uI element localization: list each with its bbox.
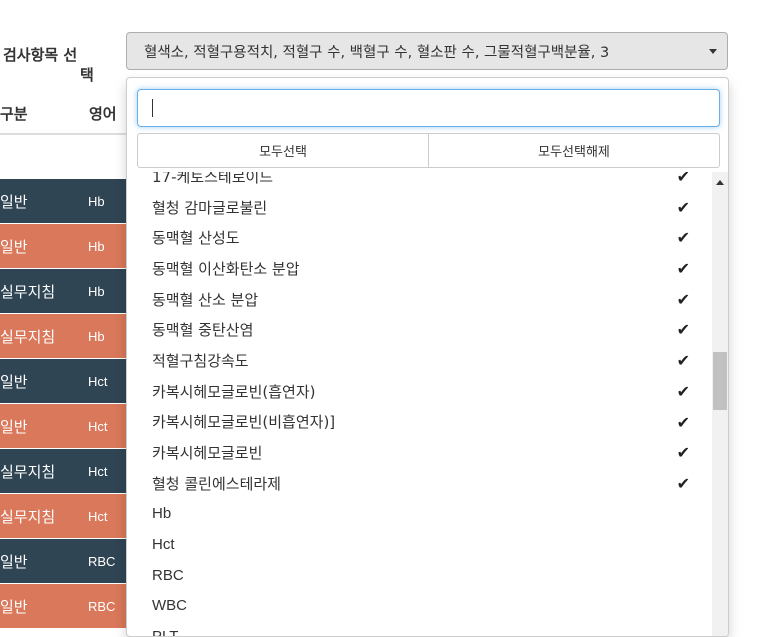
- row-english: RBC: [88, 553, 116, 569]
- row-gubun: 실무지침: [0, 507, 56, 526]
- option-label: 동맥혈 산소 분압: [152, 290, 259, 309]
- checkmark-icon: ✔: [676, 289, 690, 309]
- label-line2: 택: [80, 66, 94, 84]
- option-item[interactable]: 혈청 감마글로불린 ✔: [127, 192, 712, 223]
- row-gubun: 일반: [0, 192, 28, 211]
- checkmark-icon: ✔: [676, 320, 690, 340]
- label-line1: 검사항목 선: [3, 46, 78, 64]
- option-list: 17-케토스테로이드 ✔ 혈청 감마글로불린 ✔ 동맥혈 산성도 ✔ 동맥혈 이산화탄소 분…: [127, 172, 712, 637]
- option-label: 동맥혈 중탄산염: [152, 321, 254, 340]
- table-row: 실무지침 Hct: [0, 449, 130, 494]
- checkmark-icon: ✔: [676, 259, 690, 279]
- option-label: 혈청 감마글로불린: [152, 198, 268, 217]
- checkmark-icon: ✔: [676, 197, 690, 217]
- checkmark-icon: ✔: [676, 381, 690, 401]
- option-item[interactable]: 동맥혈 산성도 ✔: [127, 222, 712, 253]
- header-divider: [0, 133, 130, 135]
- option-label: 동맥혈 산성도: [152, 229, 240, 248]
- option-item[interactable]: Hb: [127, 499, 712, 530]
- table-row: 일반 RBC: [0, 584, 130, 629]
- row-english: Hb: [88, 238, 105, 254]
- row-english: Hb: [88, 283, 105, 299]
- table-row: 일반 Hct: [0, 359, 130, 404]
- multiselect-dropdown: 모두선택 모두선택해제 17-케토스테로이드 ✔ 혈청 감마글로불린 ✔ 동맥혈 산성도…: [126, 77, 729, 637]
- checkmark-icon: ✔: [676, 228, 690, 248]
- option-label: WBC: [152, 597, 187, 615]
- option-item[interactable]: 카복시헤모글로빈(흡연자) ✔: [127, 376, 712, 407]
- row-english: RBC: [88, 598, 116, 614]
- option-item[interactable]: 17-케토스테로이드 ✔: [127, 172, 712, 192]
- column-header-gubun: 구분: [0, 105, 28, 123]
- table-row: 일반 RBC: [0, 539, 130, 584]
- option-item[interactable]: WBC: [127, 591, 712, 622]
- row-english: Hct: [88, 508, 108, 524]
- row-english: Hct: [88, 463, 108, 479]
- scroll-up-arrow-icon[interactable]: [716, 180, 724, 185]
- option-item[interactable]: 동맥혈 이산화탄소 분압 ✔: [127, 253, 712, 284]
- row-gubun: 실무지침: [0, 462, 56, 481]
- option-item[interactable]: 적혈구침강속도 ✔: [127, 345, 712, 376]
- row-gubun: 일반: [0, 597, 28, 616]
- option-item[interactable]: 혈청 콜린에스테라제 ✔: [127, 468, 712, 499]
- deselect-all-button[interactable]: 모두선택해제: [428, 134, 719, 167]
- table-row: 실무지침 Hb: [0, 269, 130, 314]
- option-label: Hb: [152, 505, 172, 523]
- option-item[interactable]: RBC: [127, 560, 712, 591]
- table-row: 실무지침 Hct: [0, 494, 130, 539]
- table-row: 실무지침 Hb: [0, 314, 130, 359]
- option-label: Hct: [152, 536, 175, 554]
- row-english: Hb: [88, 328, 105, 344]
- table-row: 일반 Hb: [0, 224, 130, 269]
- option-label: 혈청 콜린에스테라제: [152, 474, 281, 493]
- row-gubun: 일반: [0, 417, 28, 436]
- checkmark-icon: ✔: [676, 473, 690, 493]
- row-gubun: 일반: [0, 552, 28, 571]
- option-label: 카복시헤모글로빈: [152, 444, 263, 463]
- row-english: Hb: [88, 193, 105, 209]
- test-item-multiselect[interactable]: 혈색소, 적혈구용적치, 적혈구 수, 백혈구 수, 혈소판 수, 그물적혈구백…: [126, 32, 728, 70]
- checkmark-icon: ✔: [676, 443, 690, 463]
- option-item[interactable]: 카복시헤모글로빈 ✔: [127, 437, 712, 468]
- row-gubun: 일반: [0, 372, 28, 391]
- bulk-actions: 모두선택 모두선택해제: [137, 133, 720, 168]
- row-gubun: 실무지침: [0, 282, 56, 301]
- option-label: 17-케토스테로이드: [152, 172, 274, 186]
- result-table-body: 일반 Hb 일반 Hb 실무지침 Hb 실무지침 Hb 일반 Hct 일반 Hct 실무지침 Hct 실무지…: [0, 179, 130, 629]
- option-item[interactable]: 카복시헤모글로빈(비흡연자)] ✔: [127, 407, 712, 438]
- option-item[interactable]: 동맥혈 산소 분압 ✔: [127, 284, 712, 315]
- selected-items-text: 혈색소, 적혈구용적치, 적혈구 수, 백혈구 수, 혈소판 수, 그물적혈구백…: [144, 44, 610, 61]
- column-header-english: 영어: [89, 105, 117, 123]
- option-list-scrollbar[interactable]: [712, 172, 728, 636]
- option-item[interactable]: PLT: [127, 621, 712, 637]
- option-item[interactable]: Hct: [127, 529, 712, 560]
- row-english: Hct: [88, 418, 108, 434]
- checkmark-icon: ✔: [676, 172, 690, 186]
- option-label: PLT: [152, 628, 179, 637]
- text-cursor: [152, 99, 153, 117]
- row-gubun: 실무지침: [0, 327, 56, 346]
- option-label: 동맥혈 이산화탄소 분압: [152, 259, 300, 278]
- option-label: 카복시헤모글로빈(흡연자): [152, 382, 316, 401]
- select-all-button[interactable]: 모두선택: [138, 134, 428, 167]
- scroll-thumb[interactable]: [713, 352, 727, 410]
- checkmark-icon: ✔: [676, 351, 690, 371]
- table-row: 일반 Hct: [0, 404, 130, 449]
- table-row: 일반 Hb: [0, 179, 130, 224]
- option-label: 적혈구침강속도: [152, 351, 249, 370]
- option-label: RBC: [152, 566, 184, 584]
- option-label: 카복시헤모글로빈(비흡연자)]: [152, 413, 336, 432]
- checkmark-icon: ✔: [676, 412, 690, 432]
- option-item[interactable]: 동맥혈 중탄산염 ✔: [127, 314, 712, 345]
- row-gubun: 일반: [0, 237, 28, 256]
- test-item-select-label: 검사항목 선 택: [3, 44, 123, 84]
- caret-down-icon: [709, 49, 717, 54]
- dropdown-search-input[interactable]: [137, 89, 720, 127]
- row-english: Hct: [88, 373, 108, 389]
